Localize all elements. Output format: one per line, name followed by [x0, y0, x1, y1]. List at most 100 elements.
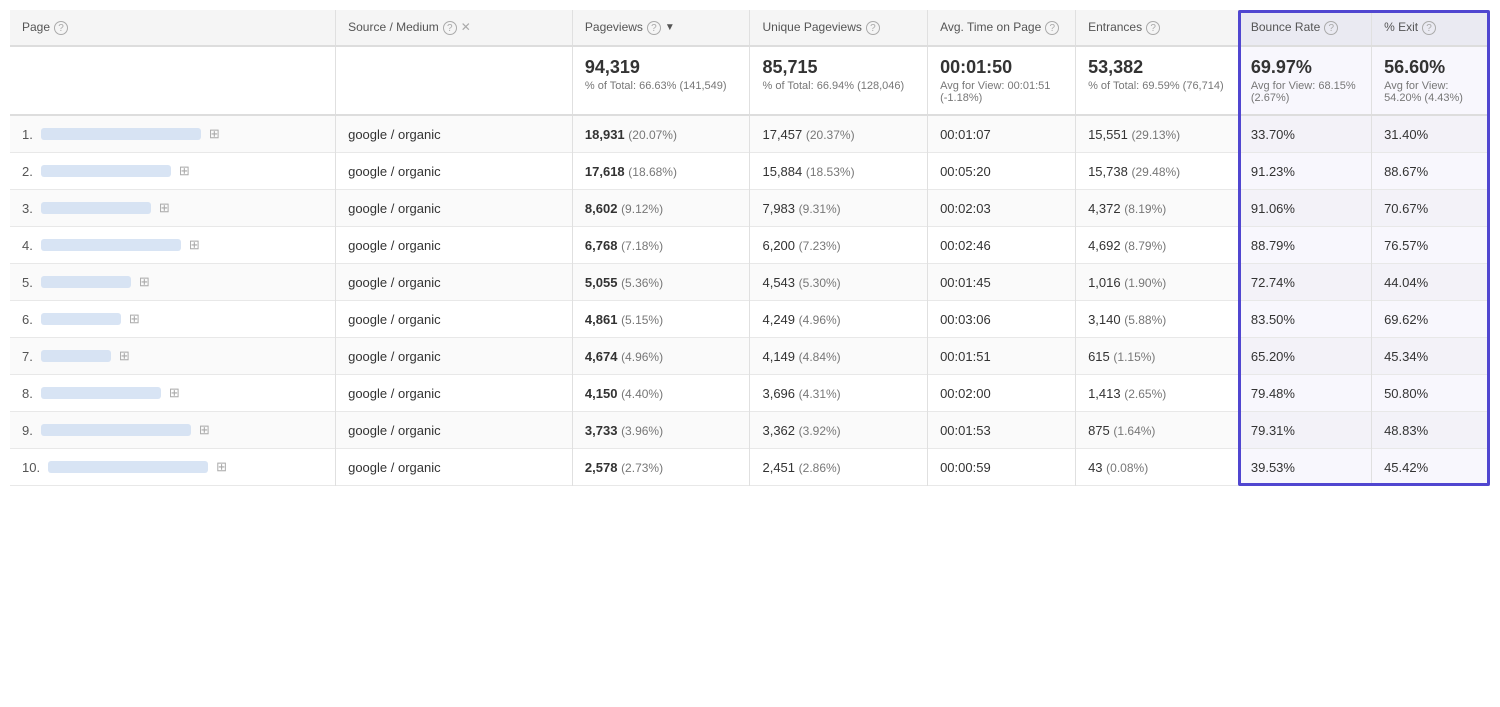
avgtime-help-icon[interactable]: ? — [1045, 21, 1059, 35]
cell-exit-1: 88.67% — [1372, 153, 1490, 190]
unique-pct: (4.31%) — [799, 387, 841, 401]
cell-exit-2: 70.67% — [1372, 190, 1490, 227]
bounce-help-icon[interactable]: ? — [1324, 21, 1338, 35]
unique-pct: (7.23%) — [799, 239, 841, 253]
source-close-icon[interactable]: ✕ — [461, 20, 471, 34]
source-medium-value: google / organic — [348, 238, 441, 253]
table-row: 5. ⊞ google / organic 5,055 (5.36%) 4,54… — [10, 264, 1490, 301]
cell-source-4: google / organic — [336, 264, 573, 301]
cell-avgtime-1: 00:05:20 — [928, 153, 1076, 190]
copy-icon[interactable]: ⊞ — [129, 311, 140, 327]
cell-bounce-8: 79.31% — [1238, 412, 1371, 449]
table-row: 9. ⊞ google / organic 3,733 (3.96%) 3,36… — [10, 412, 1490, 449]
copy-icon[interactable]: ⊞ — [209, 126, 220, 142]
col-page-label: Page — [22, 20, 50, 34]
unique-value: 15,884 — [762, 164, 802, 179]
summary-pageviews: 94,319 % of Total: 66.63% (141,549) — [572, 46, 750, 115]
bounce-value: 88.79% — [1251, 238, 1295, 253]
page-link-blurred[interactable] — [41, 202, 151, 214]
copy-icon[interactable]: ⊞ — [189, 237, 200, 253]
cell-unique-3: 6,200 (7.23%) — [750, 227, 928, 264]
page-link-blurred[interactable] — [41, 276, 131, 288]
page-link-blurred[interactable] — [41, 387, 161, 399]
avgtime-value: 00:03:06 — [940, 312, 991, 327]
summary-bounce: 69.97% Avg for View: 68.15% (2.67%) — [1238, 46, 1371, 115]
entrances-main: 4,372 — [1088, 201, 1121, 216]
summary-page — [10, 46, 336, 115]
cell-page-6: 7. ⊞ — [10, 338, 336, 375]
pageviews-sort-icon[interactable]: ▼ — [665, 22, 675, 33]
page-help-icon[interactable]: ? — [54, 21, 68, 35]
pageviews-pct: (4.40%) — [621, 387, 663, 401]
cell-exit-0: 31.40% — [1372, 115, 1490, 153]
entrances-main: 15,738 — [1088, 164, 1128, 179]
page-link-blurred[interactable] — [41, 313, 121, 325]
summary-unique-main: 85,715 — [762, 57, 915, 78]
row-number: 8. — [22, 386, 33, 401]
pageviews-main: 8,602 — [585, 201, 618, 216]
page-link-blurred[interactable] — [41, 165, 171, 177]
avgtime-value: 00:02:00 — [940, 386, 991, 401]
page-link-blurred[interactable] — [41, 128, 201, 140]
summary-avgtime: 00:01:50 Avg for View: 00:01:51 (-1.18%) — [928, 46, 1076, 115]
cell-page-4: 5. ⊞ — [10, 264, 336, 301]
col-header-page: Page ? — [10, 10, 336, 46]
bounce-value: 39.53% — [1251, 460, 1295, 475]
copy-icon[interactable]: ⊞ — [179, 163, 190, 179]
entrances-help-icon[interactable]: ? — [1146, 21, 1160, 35]
copy-icon[interactable]: ⊞ — [119, 348, 130, 364]
cell-pageviews-8: 3,733 (3.96%) — [572, 412, 750, 449]
cell-entrances-5: 3,140 (5.88%) — [1076, 301, 1239, 338]
summary-avgtime-main: 00:01:50 — [940, 57, 1063, 78]
pageviews-help-icon[interactable]: ? — [647, 21, 661, 35]
pageviews-main: 5,055 — [585, 275, 618, 290]
cell-page-3: 4. ⊞ — [10, 227, 336, 264]
cell-pageviews-5: 4,861 (5.15%) — [572, 301, 750, 338]
source-medium-value: google / organic — [348, 460, 441, 475]
page-link-blurred[interactable] — [41, 424, 191, 436]
cell-unique-0: 17,457 (20.37%) — [750, 115, 928, 153]
unique-pct: (4.96%) — [799, 313, 841, 327]
page-link-blurred[interactable] — [41, 350, 111, 362]
copy-icon[interactable]: ⊞ — [199, 422, 210, 438]
cell-unique-8: 3,362 (3.92%) — [750, 412, 928, 449]
row-number: 3. — [22, 201, 33, 216]
cell-source-1: google / organic — [336, 153, 573, 190]
summary-exit-main: 56.60% — [1384, 57, 1478, 78]
source-help-icon[interactable]: ? — [443, 21, 457, 35]
cell-avgtime-0: 00:01:07 — [928, 115, 1076, 153]
summary-unique-sub: % of Total: 66.94% (128,046) — [762, 80, 915, 92]
summary-pageviews-sub: % of Total: 66.63% (141,549) — [585, 80, 738, 92]
unique-pct: (9.31%) — [799, 202, 841, 216]
copy-icon[interactable]: ⊞ — [139, 274, 150, 290]
cell-pageviews-4: 5,055 (5.36%) — [572, 264, 750, 301]
cell-avgtime-9: 00:00:59 — [928, 449, 1076, 486]
cell-unique-5: 4,249 (4.96%) — [750, 301, 928, 338]
cell-avgtime-5: 00:03:06 — [928, 301, 1076, 338]
unique-pct: (20.37%) — [806, 128, 855, 142]
entrances-main: 3,140 — [1088, 312, 1121, 327]
exit-help-icon[interactable]: ? — [1422, 21, 1436, 35]
avgtime-value: 00:01:45 — [940, 275, 991, 290]
avgtime-value: 00:02:03 — [940, 201, 991, 216]
cell-source-8: google / organic — [336, 412, 573, 449]
copy-icon[interactable]: ⊞ — [216, 459, 227, 475]
entrances-pct: (8.19%) — [1124, 202, 1166, 216]
pageviews-main: 18,931 — [585, 127, 625, 142]
cell-exit-6: 45.34% — [1372, 338, 1490, 375]
cell-bounce-7: 79.48% — [1238, 375, 1371, 412]
copy-icon[interactable]: ⊞ — [169, 385, 180, 401]
cell-exit-8: 48.83% — [1372, 412, 1490, 449]
entrances-main: 1,413 — [1088, 386, 1121, 401]
page-link-blurred[interactable] — [48, 461, 208, 473]
copy-icon[interactable]: ⊞ — [159, 200, 170, 216]
unique-value: 4,149 — [762, 349, 795, 364]
page-link-blurred[interactable] — [41, 239, 181, 251]
summary-pageviews-main: 94,319 — [585, 57, 738, 78]
avgtime-value: 00:01:07 — [940, 127, 991, 142]
unique-help-icon[interactable]: ? — [866, 21, 880, 35]
source-medium-value: google / organic — [348, 275, 441, 290]
cell-exit-4: 44.04% — [1372, 264, 1490, 301]
summary-source — [336, 46, 573, 115]
cell-unique-9: 2,451 (2.86%) — [750, 449, 928, 486]
